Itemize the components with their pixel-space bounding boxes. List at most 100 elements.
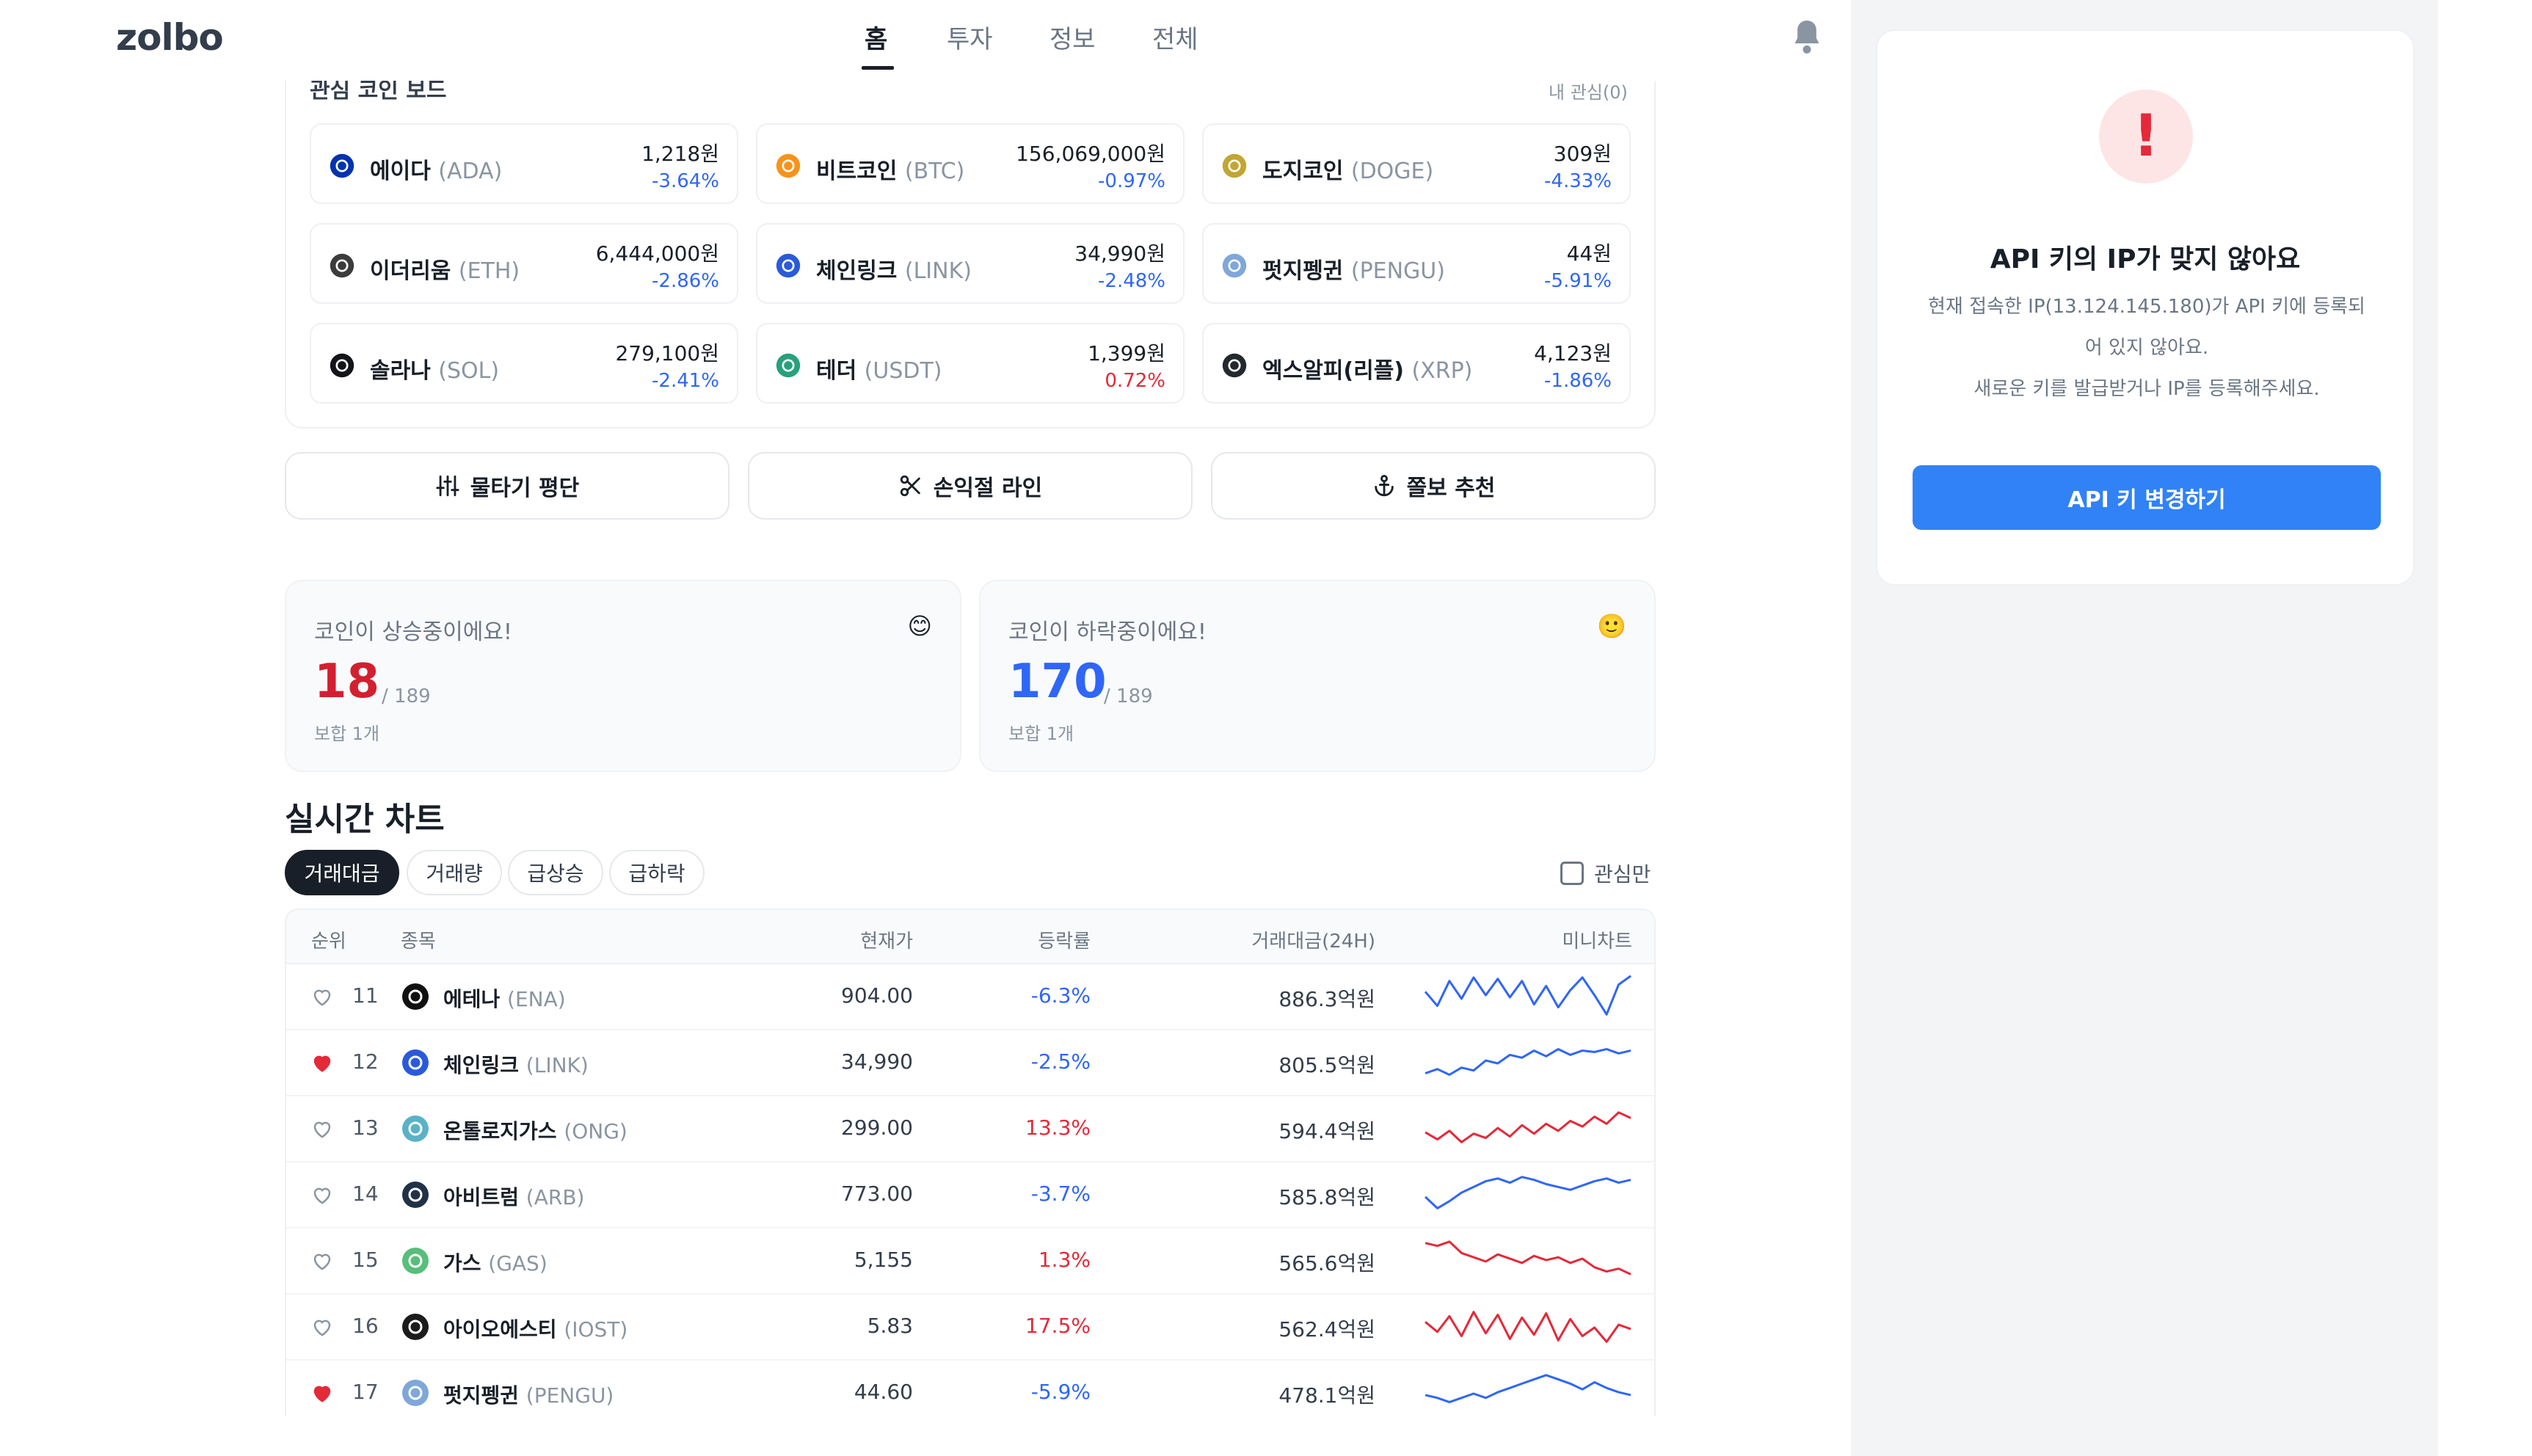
- top-header: zolbo 홈 투자 정보 전체: [0, 0, 1851, 81]
- coin-card[interactable]: 도지코인 (DOGE) 309원 -4.33%: [1202, 123, 1631, 204]
- coin-card[interactable]: 에이다 (ADA) 1,218원 -3.64%: [310, 123, 738, 204]
- coin-price: 156,069,000원: [1016, 142, 1165, 166]
- safe-pick-label: 쫄보 추천: [1406, 476, 1496, 501]
- ethena-icon: [401, 982, 430, 1011]
- row-volume: 478.1억원: [1278, 1383, 1375, 1408]
- filter-trade-value[interactable]: 거래대금: [285, 850, 399, 895]
- col-price[interactable]: 현재가: [860, 926, 913, 953]
- filter-surge[interactable]: 급상승: [508, 850, 603, 895]
- safe-pick-button[interactable]: 쫄보 추천: [1211, 452, 1656, 520]
- row-rank: 16: [352, 1314, 379, 1338]
- tab-all[interactable]: 전체: [1152, 19, 1198, 55]
- coin-card[interactable]: 엑스알피(리플) (XRP) 4,123원 -1.86%: [1202, 323, 1631, 404]
- favorite-heart-icon[interactable]: [311, 1118, 333, 1139]
- change-api-key-button[interactable]: API 키 변경하기: [1913, 465, 2381, 530]
- row-coin-name: 가스 (GAS): [443, 1248, 547, 1277]
- falling-coins-card: 코인이 하락중이에요! 🙂 170 / 189 보합 1개: [979, 580, 1656, 772]
- api-error-description: 현재 접속한 IP(13.124.145.180)가 API 키에 등록되 어 …: [1910, 286, 2384, 410]
- row-symbol: (GAS): [488, 1251, 547, 1275]
- xrp-icon: [1221, 352, 1248, 379]
- bitcoin-icon: [775, 153, 801, 179]
- app-logo[interactable]: zolbo: [116, 16, 224, 59]
- row-coin-name: 체인링크 (LINK): [443, 1049, 589, 1079]
- mini-chart-sparkline: [1425, 1111, 1631, 1143]
- coin-price: 279,100원: [615, 341, 719, 365]
- table-row[interactable]: 14 아비트럼 (ARB) 773.00 -3.7% 585.8억원: [286, 1162, 1654, 1228]
- filter-plunge[interactable]: 급하락: [609, 850, 705, 895]
- api-error-title: API 키의 IP가 맞지 않아요: [1990, 244, 2301, 274]
- coin-card[interactable]: 비트코인 (BTC) 156,069,000원 -0.97%: [756, 123, 1185, 204]
- tab-home[interactable]: 홈: [865, 19, 887, 55]
- row-change: -6.3%: [1030, 983, 1091, 1008]
- watch-only-checkbox[interactable]: [1560, 862, 1584, 885]
- stop-loss-line-label: 손익절 라인: [933, 476, 1043, 501]
- coin-symbol: (USDT): [864, 358, 942, 384]
- coin-name-text: 펏지펭귄: [1262, 258, 1344, 284]
- rising-flat-count: 보합 1개: [314, 724, 380, 744]
- rising-count: 18: [314, 655, 380, 709]
- table-row[interactable]: 16 아이오에스티 (IOST) 5.83 17.5% 562.4억원: [286, 1295, 1654, 1361]
- favorite-heart-icon[interactable]: [311, 1052, 333, 1073]
- solana-icon: [329, 352, 355, 379]
- favorite-heart-icon[interactable]: [311, 1251, 333, 1271]
- filter-trade-volume[interactable]: 거래량: [407, 850, 502, 895]
- row-rank: 17: [352, 1380, 379, 1404]
- table-row[interactable]: 15 가스 (GAS) 5,155 1.3% 565.6억원: [286, 1228, 1654, 1295]
- table-header: 순위 종목 현재가 등락률 거래대금(24H) 미니차트: [286, 910, 1654, 964]
- gas-icon: [401, 1246, 430, 1275]
- coin-card[interactable]: 이더리움 (ETH) 6,444,000원 -2.86%: [310, 223, 738, 304]
- tab-info[interactable]: 정보: [1049, 19, 1096, 55]
- row-name-text: 아이오에스티: [443, 1317, 557, 1342]
- chainlink-icon: [775, 252, 801, 279]
- table-row[interactable]: 13 온톨로지가스 (ONG) 299.00 13.3% 594.4억원: [286, 1096, 1654, 1162]
- favorite-heart-icon[interactable]: [311, 986, 333, 1007]
- rising-title: 코인이 상승중이에요!: [314, 619, 512, 645]
- row-price: 904.00: [841, 983, 913, 1008]
- table-row[interactable]: 11 에테나 (ENA) 904.00 -6.3% 886.3억원: [286, 964, 1654, 1030]
- row-price: 5.83: [867, 1314, 913, 1338]
- coin-price: 44원: [1566, 241, 1612, 266]
- coin-symbol: (ETH): [458, 258, 520, 284]
- row-volume: 594.4억원: [1278, 1119, 1375, 1143]
- col-change[interactable]: 등락률: [1038, 926, 1091, 953]
- col-rank[interactable]: 순위: [311, 926, 346, 953]
- stop-loss-line-button[interactable]: 손익절 라인: [748, 452, 1193, 520]
- table-row[interactable]: 12 체인링크 (LINK) 34,990 -2.5% 805.5억원: [286, 1030, 1654, 1096]
- coin-card[interactable]: 펏지펭귄 (PENGU) 44원 -5.91%: [1202, 223, 1631, 304]
- col-volume[interactable]: 거래대금(24H): [1251, 926, 1375, 953]
- coin-symbol: (LINK): [904, 258, 972, 284]
- row-name-text: 가스: [443, 1251, 481, 1275]
- notification-bell-icon[interactable]: [1791, 18, 1823, 56]
- averaging-down-button[interactable]: 물타기 평단: [285, 452, 730, 520]
- coin-price: 1,399원: [1088, 341, 1165, 365]
- coin-name-text: 엑스알피(리플): [1262, 358, 1405, 384]
- coin-card[interactable]: 체인링크 (LINK) 34,990원 -2.48%: [756, 223, 1185, 304]
- row-volume: 585.8억원: [1278, 1185, 1375, 1209]
- coin-card[interactable]: 솔라나 (SOL) 279,100원 -2.41%: [310, 323, 738, 404]
- favorite-heart-icon[interactable]: [311, 1383, 333, 1403]
- col-name[interactable]: 종목: [401, 926, 436, 953]
- tab-invest[interactable]: 투자: [947, 19, 993, 55]
- favorite-heart-icon[interactable]: [311, 1184, 333, 1205]
- watchlist-count[interactable]: 내 관심(0): [1549, 78, 1628, 103]
- coin-card[interactable]: 테더 (USDT) 1,399원 0.72%: [756, 323, 1185, 404]
- api-error-desc-line1: 현재 접속한 IP(13.124.145.180)가 API 키에 등록되: [1928, 296, 2365, 318]
- averaging-down-label: 물타기 평단: [470, 476, 580, 501]
- row-rank: 12: [352, 1049, 379, 1074]
- row-change: 1.3%: [1038, 1248, 1091, 1272]
- slight-smile-emoji-icon: 🙂: [1597, 612, 1626, 640]
- coin-name-text: 비트코인: [816, 159, 898, 184]
- favorite-heart-icon[interactable]: [311, 1317, 333, 1337]
- smile-emoji-icon: 😊: [907, 612, 932, 640]
- watch-only-toggle[interactable]: 관심만: [1560, 859, 1651, 888]
- row-coin-name: 아비트럼 (ARB): [443, 1182, 584, 1211]
- row-volume: 562.4억원: [1278, 1317, 1375, 1342]
- row-coin-name: 에테나 (ENA): [443, 983, 566, 1013]
- coin-name: 체인링크 (LINK): [816, 252, 972, 285]
- mini-chart-sparkline: [1425, 1311, 1631, 1343]
- row-symbol: (ENA): [507, 987, 566, 1011]
- table-row[interactable]: 17 펏지펭귄 (PENGU) 44.60 -5.9% 478.1억원: [286, 1361, 1654, 1422]
- coin-name-text: 테더: [816, 358, 857, 384]
- coin-price: 4,123원: [1534, 341, 1612, 365]
- row-coin-name: 온톨로지가스 (ONG): [443, 1115, 627, 1145]
